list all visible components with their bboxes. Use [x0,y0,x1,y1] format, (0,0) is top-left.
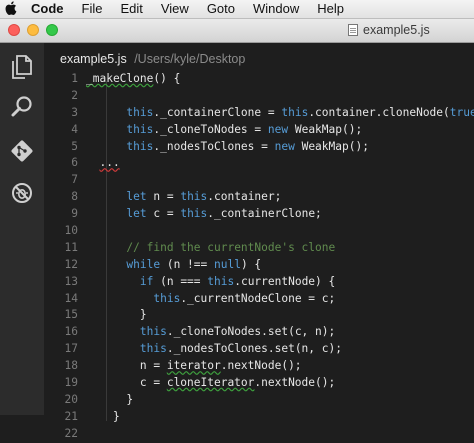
code-text: c = cloneIterator.nextNode(); [86,376,336,390]
code-text: this._nodesToClones = new WeakMap(); [126,139,369,153]
code-line: 17 this._nodesToClones.set(n, c); [44,341,474,358]
code-text: ... [99,156,120,170]
code-text: this._nodesToClones.set(n, c); [139,342,342,356]
line-number: 20 [64,392,78,406]
git-icon[interactable] [8,137,36,165]
line-number: 4 [71,122,78,136]
line-number: 2 [71,88,78,102]
search-icon[interactable] [8,93,36,121]
window-title: example5.js [348,23,430,37]
editor-pane: example5.js /Users/kyle/Desktop 1 _makeCl… [44,43,474,440]
code-text: } [86,392,134,406]
line-number: 21 [64,409,78,423]
menu-file[interactable]: File [73,0,112,18]
code-area[interactable]: 1 _makeClone() { 2 3 this._containerClone… [44,71,474,443]
traffic-lights [8,24,58,36]
line-number: 17 [64,342,78,356]
code-line: 16 this._cloneToNodes.set(c, n); [44,324,474,341]
code-text: _makeClone() { [86,72,181,85]
code-line: 6 ... [44,155,474,172]
menu-window[interactable]: Window [244,0,308,18]
code-line: 5 this._nodesToClones = new WeakMap(); [44,139,474,156]
code-line: 12 while (n !== null) { [44,257,474,274]
line-number: 19 [64,376,78,390]
line-number: 1 [71,72,78,85]
code-text: let n = this.container; [126,190,282,204]
line-number: 22 [64,426,78,440]
line-number: 14 [64,291,78,305]
code-line: 15 } [44,307,474,324]
code-text: let c = this._containerClone; [126,207,322,221]
line-number: 10 [64,224,78,238]
line-number: 5 [71,139,78,153]
files-icon[interactable] [8,53,36,81]
window-title-bar: example5.js [0,19,474,43]
line-number: 3 [71,105,78,119]
activity-bar [0,43,44,415]
code-text: this._cloneToNodes = new WeakMap(); [126,122,363,136]
code-line: 22 [44,426,474,443]
menu-edit[interactable]: Edit [111,0,151,18]
line-number: 12 [64,257,78,271]
file-name[interactable]: example5.js [60,52,127,66]
menu-help[interactable]: Help [308,0,353,18]
code-text: } [86,308,147,322]
line-number: 7 [71,173,78,187]
line-number: 13 [64,274,78,288]
code-line: 7 [44,172,474,189]
code-text: n = iterator.nextNode(); [86,359,302,373]
minimize-button[interactable] [27,24,39,36]
menu-view[interactable]: View [152,0,198,18]
line-number: 18 [64,359,78,373]
code-text: this._containerClone = this.container.cl… [126,105,474,119]
line-number: 9 [71,207,78,221]
line-number: 16 [64,325,78,339]
window-title-text: example5.js [363,23,430,37]
document-icon [348,24,358,36]
line-number: 11 [64,240,78,254]
code-line: 13 if (n === this.currentNode) { [44,274,474,291]
menu-goto[interactable]: Goto [198,0,244,18]
menu-bar: Code File Edit View Goto Window Help [0,0,474,19]
code-line: 2 [44,88,474,105]
code-text: while (n !== null) { [126,257,262,271]
line-number: 8 [71,190,78,204]
code-line: 10 [44,223,474,240]
apple-icon[interactable] [0,0,22,18]
line-number: 15 [64,308,78,322]
code-line: 20 } [44,392,474,409]
code-line: 8 let n = this.container; [44,189,474,206]
code-text: } [86,409,120,423]
code-text: this._currentNodeClone = c; [153,291,336,305]
code-line: 14 this._currentNodeClone = c; [44,291,474,308]
menu-code[interactable]: Code [22,0,73,18]
code-line: 19 c = cloneIterator.nextNode(); [44,375,474,392]
code-text: this._cloneToNodes.set(c, n); [139,325,336,339]
code-line: 3 this._containerClone = this.container.… [44,105,474,122]
code-text: if (n === this.currentNode) { [139,274,336,288]
line-number: 6 [71,156,78,170]
code-text: // find the currentNode's clone [126,240,336,254]
code-line: 1 _makeClone() { [44,71,474,88]
code-line: 11 // find the currentNode's clone [44,240,474,257]
file-path: /Users/kyle/Desktop [134,52,246,66]
debug-icon[interactable] [8,179,36,207]
code-line: 21 } [44,409,474,426]
code-line: 4 this._cloneToNodes = new WeakMap(); [44,122,474,139]
maximize-button[interactable] [46,24,58,36]
close-button[interactable] [8,24,20,36]
code-line: 9 let c = this._containerClone; [44,206,474,223]
file-breadcrumb: example5.js /Users/kyle/Desktop [60,52,245,66]
code-line: 18 n = iterator.nextNode(); [44,358,474,375]
